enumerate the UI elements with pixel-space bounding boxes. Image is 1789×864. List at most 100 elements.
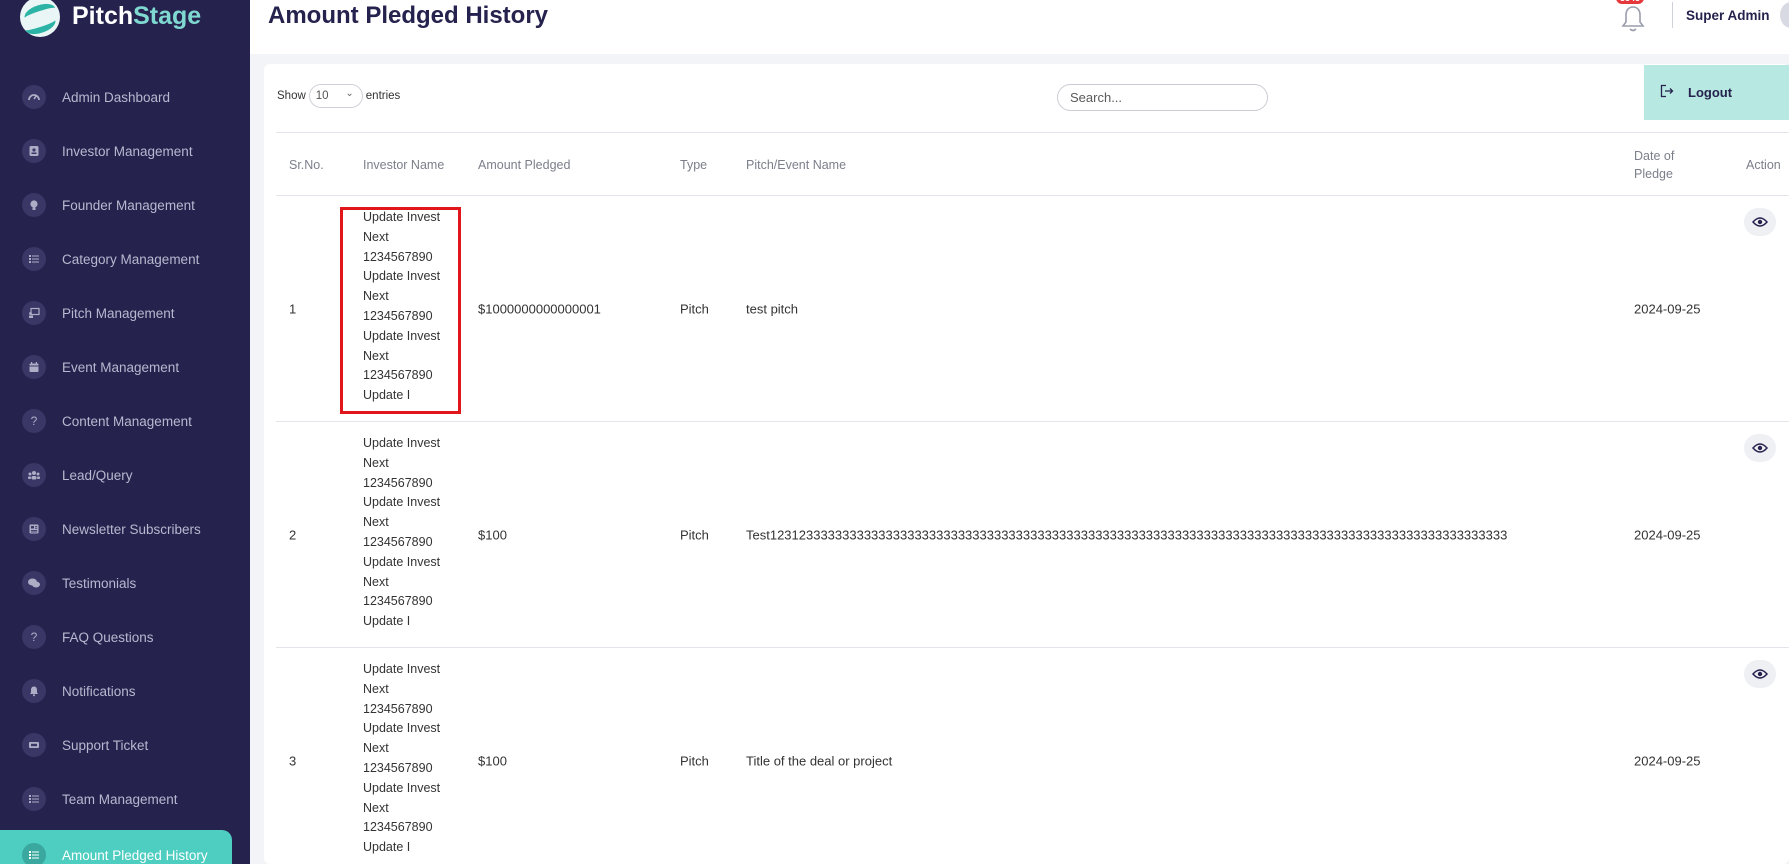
sidebar-item-label: Admin Dashboard	[62, 89, 171, 105]
show-entries-control: Show 10 ⌄ entries	[277, 84, 400, 108]
bell-icon	[22, 679, 46, 703]
sidebar-item-support-ticket[interactable]: Support Ticket	[0, 718, 250, 772]
sidebar-item-label: Team Management	[62, 791, 178, 807]
sidebar-item-label: Amount Pledged History	[62, 847, 208, 863]
sidebar: PitchStage Admin Dashboard Investor Mana…	[0, 0, 250, 864]
chevron-down-icon: ⌄	[345, 88, 354, 99]
id-card-icon	[22, 139, 46, 163]
logout-icon	[1660, 84, 1674, 101]
sr-no-cell: 2	[289, 527, 297, 542]
sidebar-item-label: Founder Management	[62, 197, 195, 213]
sidebar-item-faq-questions[interactable]: ? FAQ Questions	[0, 610, 250, 664]
column-header-pitch-event-name[interactable]: Pitch/Event Name	[746, 133, 846, 197]
sidebar-item-newsletter-subscribers[interactable]: Newsletter Subscribers	[0, 502, 250, 556]
column-header-date-of-pledge[interactable]: Date of Pledge	[1634, 133, 1704, 197]
bell-icon	[1621, 6, 1645, 32]
highlight-annotation-box	[340, 207, 461, 414]
entries-label: entries	[365, 90, 401, 102]
amount-cell: $100	[478, 753, 507, 768]
search-input[interactable]	[1057, 84, 1268, 111]
amount-cell: $100	[478, 527, 507, 542]
pledge-table: Sr.No. Investor Name Amount Pledged Type…	[276, 132, 1789, 864]
list-icon	[22, 843, 46, 864]
sidebar-item-label: Testimonials	[62, 575, 137, 591]
content-card: Show 10 ⌄ entries Sr.No. Investor Name A…	[264, 64, 1789, 864]
column-header-investor-name[interactable]: Investor Name	[363, 133, 444, 197]
page-title: Amount Pledged History	[268, 2, 549, 29]
entries-per-page-select[interactable]: 10 ⌄	[308, 84, 363, 108]
sidebar-item-label: Notifications	[62, 683, 136, 699]
notification-bell-button[interactable]	[1620, 4, 1646, 32]
sidebar-item-team-management[interactable]: Team Management	[0, 772, 250, 826]
date-cell: 2024-09-25	[1634, 301, 1701, 316]
avatar[interactable]	[1780, 2, 1789, 28]
column-header-sr-no[interactable]: Sr.No.	[289, 133, 324, 197]
column-header-amount-pledged[interactable]: Amount Pledged	[478, 133, 570, 197]
sidebar-item-founder-management[interactable]: Founder Management	[0, 178, 250, 232]
table-row: 3 Update Invest Next 1234567890 Update Inve…	[276, 648, 1789, 864]
table-header: Sr.No. Investor Name Amount Pledged Type…	[276, 132, 1789, 196]
logout-button[interactable]: Logout	[1644, 65, 1789, 120]
pitchstage-logo-icon	[20, 0, 60, 37]
sidebar-item-label: Support Ticket	[62, 737, 149, 753]
view-button[interactable]	[1744, 208, 1776, 236]
sidebar-item-investor-management[interactable]: Investor Management	[0, 124, 250, 178]
calendar-icon	[22, 355, 46, 379]
notification-count-badge: 3545	[1616, 0, 1645, 4]
sidebar-item-notifications[interactable]: Notifications	[0, 664, 250, 718]
brand-logo-link[interactable]: PitchStage	[20, 0, 201, 40]
top-header: Amount Pledged History 3545 Super Admin	[250, 0, 1789, 54]
ticket-icon	[22, 733, 46, 757]
sidebar-item-event-management[interactable]: Event Management	[0, 340, 250, 394]
logout-label: Logout	[1688, 85, 1733, 100]
user-name[interactable]: Super Admin	[1686, 8, 1770, 23]
lightbulb-icon	[22, 193, 46, 217]
column-header-type[interactable]: Type	[680, 133, 707, 197]
type-cell: Pitch	[680, 527, 709, 542]
question-icon: ?	[22, 625, 46, 649]
sidebar-item-label: Content Management	[62, 413, 192, 429]
pitch-name-cell: Test123123333333333333333333333333333333…	[746, 527, 1508, 542]
pitch-name-cell: Title of the deal or project	[746, 753, 893, 768]
header-divider	[1672, 2, 1673, 28]
pitch-name-cell: test pitch	[746, 301, 799, 316]
sidebar-item-lead-query[interactable]: Lead/Query	[0, 448, 250, 502]
newspaper-icon	[22, 517, 46, 541]
sidebar-item-label: Investor Management	[62, 143, 193, 159]
list-icon	[22, 247, 46, 271]
eye-icon	[1752, 669, 1768, 679]
brand-name: PitchStage	[72, 1, 202, 30]
column-header-action: Action	[1746, 158, 1781, 172]
sidebar-item-category-management[interactable]: Category Management	[0, 232, 250, 286]
investor-name-cell: Update Invest Next 1234567890 Update Invest…	[363, 436, 441, 629]
sidebar-item-label: Category Management	[62, 251, 200, 267]
chat-icon	[22, 571, 46, 595]
sidebar-item-label: Event Management	[62, 359, 180, 375]
date-cell: 2024-09-25	[1634, 527, 1701, 542]
view-button[interactable]	[1744, 434, 1776, 462]
view-button[interactable]	[1744, 660, 1776, 688]
sidebar-item-amount-pledged-history[interactable]: Amount Pledged History	[0, 830, 232, 864]
entries-select-value: 10	[315, 90, 329, 102]
sidebar-item-testimonials[interactable]: Testimonials	[0, 556, 250, 610]
sidebar-item-label: FAQ Questions	[62, 629, 154, 645]
sidebar-nav: Admin Dashboard Investor Management Foun…	[0, 70, 250, 864]
sidebar-item-label: Newsletter Subscribers	[62, 521, 201, 537]
table-row: 2 Update Invest Next 1234567890 Update Inve…	[276, 422, 1789, 648]
type-cell: Pitch	[680, 301, 709, 316]
sidebar-item-admin-dashboard[interactable]: Admin Dashboard	[0, 70, 250, 124]
sidebar-item-pitch-management[interactable]: Pitch Management	[0, 286, 250, 340]
table-row: 1 Update Invest Next 1234567890 Update Inve…	[276, 196, 1789, 422]
show-label: Show	[277, 90, 306, 102]
sidebar-item-content-management[interactable]: ? Content Management	[0, 394, 250, 448]
sidebar-item-label: Lead/Query	[62, 467, 133, 483]
presentation-icon	[22, 301, 46, 325]
sr-no-cell: 3	[289, 753, 297, 768]
investor-name-cell: Update Invest Next 1234567890 Update Invest…	[363, 662, 441, 855]
sidebar-item-label: Pitch Management	[62, 305, 175, 321]
amount-cell: $1000000000000001	[478, 301, 601, 316]
type-cell: Pitch	[680, 753, 709, 768]
list-icon	[22, 787, 46, 811]
eye-icon	[1752, 443, 1768, 453]
eye-icon	[1752, 217, 1768, 227]
